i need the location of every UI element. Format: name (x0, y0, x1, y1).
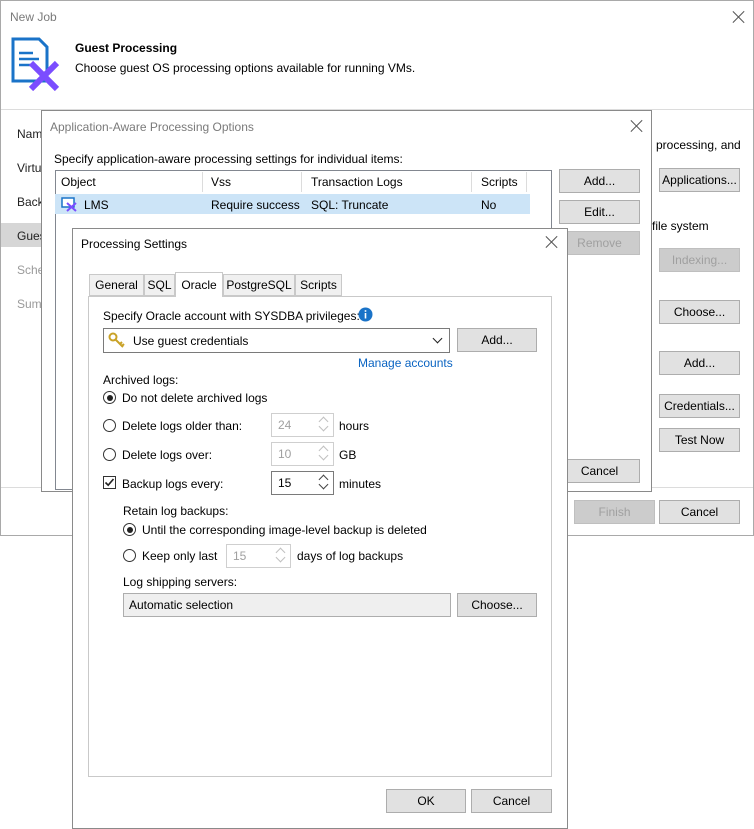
right-text-processing: processing, and (656, 138, 741, 152)
key-icon (108, 332, 125, 348)
test-now-button[interactable]: Test Now (659, 428, 740, 452)
processing-settings-title: Processing Settings (81, 237, 188, 251)
backup-minutes-stepper[interactable]: 15 (271, 471, 334, 495)
shipping-choose-button[interactable]: Choose... (457, 593, 537, 617)
archived-logs-label: Archived logs: (103, 373, 179, 387)
aap-add-button[interactable]: Add... (559, 169, 640, 193)
over-gb-stepper[interactable]: 10 (271, 442, 334, 466)
checkmark-icon (104, 478, 115, 487)
radio-delete-over[interactable] (103, 448, 116, 461)
oracle-account-value: Use guest credentials (133, 334, 249, 348)
info-icon[interactable] (358, 307, 373, 322)
older-hours-value: 24 (278, 418, 292, 432)
row-vss: Require success (211, 198, 300, 212)
header-subtitle: Choose guest OS processing options avail… (75, 61, 416, 75)
add-button[interactable]: Add... (659, 351, 740, 375)
retain-label: Retain log backups: (123, 504, 229, 518)
tab-oracle[interactable]: Oracle (175, 272, 223, 297)
backup-minutes-value: 15 (278, 476, 292, 490)
aap-remove-button[interactable]: Remove (559, 231, 640, 255)
aap-edit-button[interactable]: Edit... (559, 200, 640, 224)
right-text-file-system: file system (652, 219, 709, 233)
guest-processing-icon (11, 37, 60, 91)
keep-only-label[interactable]: Keep only last (142, 549, 217, 563)
indexing-button[interactable]: Indexing... (659, 248, 740, 272)
aap-dialog-title: Application-Aware Processing Options (50, 120, 254, 134)
col-header-scripts[interactable]: Scripts (475, 172, 527, 192)
older-hours-stepper[interactable]: 24 (271, 413, 334, 437)
nav-item-virtual-machines[interactable]: Virtu (17, 161, 41, 175)
applications-button[interactable]: Applications... (659, 168, 740, 192)
radio-keep-only[interactable] (123, 549, 136, 562)
aap-cancel-button[interactable]: Cancel (559, 459, 640, 483)
keep-unit: days of log backups (297, 549, 404, 563)
tab-general[interactable]: General (89, 274, 144, 296)
close-icon[interactable] (732, 10, 746, 24)
credentials-button[interactable]: Credentials... (659, 394, 740, 418)
nav-item-backup[interactable]: Back (17, 195, 44, 209)
choose-button[interactable]: Choose... (659, 300, 740, 324)
ok-button[interactable]: OK (386, 789, 466, 813)
tab-sql[interactable]: SQL (144, 274, 175, 296)
shipping-label: Log shipping servers: (123, 575, 238, 589)
aap-instruction: Specify application-aware processing set… (54, 152, 403, 166)
stepper-arrows[interactable] (272, 545, 290, 567)
tab-postgresql[interactable]: PostgreSQL (223, 274, 295, 296)
backup-unit: minutes (339, 477, 382, 491)
manage-accounts-link[interactable]: Manage accounts (358, 356, 453, 370)
row-logs: SQL: Truncate (311, 198, 389, 212)
close-icon[interactable] (630, 119, 644, 133)
radio-retain-until[interactable] (123, 523, 136, 536)
older-unit: hours (339, 419, 370, 433)
row-object: LMS (84, 198, 109, 212)
opt-delete-over-label[interactable]: Delete logs over: (122, 448, 212, 462)
backup-logs-checkbox[interactable] (103, 476, 116, 489)
row-scripts: No (481, 198, 497, 212)
col-header-vss[interactable]: Vss (205, 172, 302, 192)
opt-delete-older-label[interactable]: Delete logs older than: (122, 419, 242, 433)
retain-until-label[interactable]: Until the corresponding image-level back… (142, 523, 427, 537)
radio-delete-older[interactable] (103, 419, 116, 432)
header-title: Guest Processing (75, 41, 178, 55)
opt-no-delete-label[interactable]: Do not delete archived logs (122, 391, 267, 405)
tab-scripts[interactable]: Scripts (295, 274, 342, 296)
keep-days-value: 15 (233, 549, 247, 563)
col-header-object[interactable]: Object (55, 172, 203, 192)
cancel-button[interactable]: Cancel (471, 789, 552, 813)
finish-button[interactable]: Finish (574, 500, 655, 524)
close-icon[interactable] (545, 235, 559, 249)
oracle-add-button[interactable]: Add... (457, 328, 537, 352)
col-header-transaction-logs[interactable]: Transaction Logs (305, 172, 472, 192)
stepper-arrows[interactable] (315, 443, 333, 465)
nav-item-name[interactable]: Nam (17, 127, 42, 141)
over-gb-value: 10 (278, 447, 292, 461)
vm-icon (61, 197, 77, 212)
stepper-arrows[interactable] (315, 472, 333, 494)
over-unit: GB (339, 448, 357, 462)
main-cancel-button[interactable]: Cancel (659, 500, 740, 524)
backup-logs-label[interactable]: Backup logs every: (122, 477, 223, 491)
window-title: New Job (10, 10, 57, 24)
keep-days-stepper[interactable]: 15 (226, 544, 291, 568)
radio-do-not-delete[interactable] (103, 391, 116, 404)
shipping-servers-value: Automatic selection (129, 598, 234, 612)
stepper-arrows[interactable] (315, 414, 333, 436)
oracle-account-label: Specify Oracle account with SYSDBA privi… (103, 309, 360, 323)
